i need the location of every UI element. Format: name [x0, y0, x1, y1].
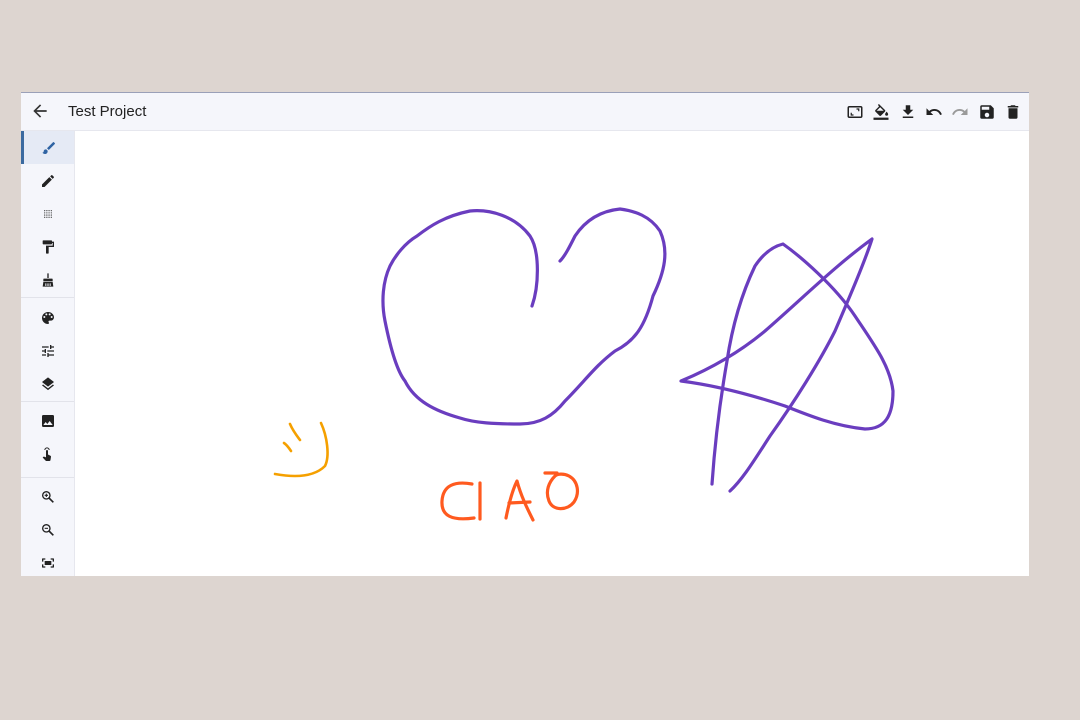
top-app-bar: Test Project — [21, 93, 1029, 131]
undo-icon — [926, 108, 942, 115]
sidebar-divider — [21, 401, 74, 402]
heart-stroke — [381, 207, 667, 426]
zoom-in-tool[interactable] — [21, 480, 74, 513]
brush-tool[interactable] — [21, 131, 74, 164]
redo-icon — [952, 108, 968, 115]
zoom-in-icon — [41, 490, 54, 503]
arrow-left-icon — [33, 104, 47, 118]
sliders-icon — [41, 344, 54, 357]
project-title: Test Project — [68, 103, 147, 120]
undo-button[interactable] — [921, 101, 947, 123]
smiley-mouth-stroke — [273, 421, 329, 478]
letter-o-stroke — [543, 471, 580, 511]
pencil-icon — [41, 174, 54, 187]
image-tool[interactable] — [21, 404, 74, 437]
spray-dots-icon — [43, 209, 52, 218]
broom-icon — [42, 272, 53, 287]
delete-button[interactable] — [1000, 101, 1026, 123]
drawing-canvas[interactable] — [75, 131, 1029, 576]
resize-canvas-button[interactable] — [842, 101, 868, 123]
layers-icon — [41, 376, 54, 390]
fit-screen-tool[interactable] — [21, 546, 74, 579]
drawing-app-window: Test Project — [21, 92, 1029, 576]
pencil-tool[interactable] — [21, 164, 74, 197]
brush-icon — [42, 141, 55, 154]
save-button[interactable] — [973, 101, 999, 123]
aspect-ratio-icon — [847, 106, 863, 118]
layers-tool[interactable] — [21, 367, 74, 400]
download-button[interactable] — [895, 101, 921, 123]
broom-tool[interactable] — [21, 263, 74, 296]
star-stroke — [679, 237, 895, 493]
hand-pointer-icon — [42, 446, 51, 461]
fit-screen-icon — [41, 557, 54, 568]
letter-a-bar-stroke — [507, 500, 532, 505]
canvas-drawing — [273, 207, 895, 522]
zoom-out-tool[interactable] — [21, 513, 74, 546]
spray-tool[interactable] — [21, 197, 74, 230]
redo-button[interactable] — [947, 101, 973, 123]
tool-sidebar — [21, 131, 75, 576]
sidebar-divider — [21, 477, 74, 478]
smiley-eye-stroke — [282, 441, 293, 453]
sidebar-divider — [21, 297, 74, 298]
back-button[interactable] — [30, 101, 50, 121]
palette-icon — [41, 311, 54, 324]
paint-roller-icon — [42, 239, 54, 254]
save-icon — [979, 105, 994, 119]
adjustments-tool[interactable] — [21, 334, 74, 367]
letter-c-stroke — [440, 481, 476, 521]
zoom-out-icon — [41, 523, 54, 536]
image-icon — [41, 414, 54, 427]
trash-icon — [1007, 105, 1019, 119]
fill-color-button[interactable] — [868, 101, 894, 123]
smiley-eye-stroke — [288, 422, 302, 442]
pan-tool[interactable] — [21, 437, 74, 470]
paint-bucket-icon — [873, 103, 889, 120]
palette-tool[interactable] — [21, 301, 74, 334]
header-actions — [842, 101, 1026, 123]
roller-tool[interactable] — [21, 230, 74, 263]
download-icon — [902, 105, 913, 118]
